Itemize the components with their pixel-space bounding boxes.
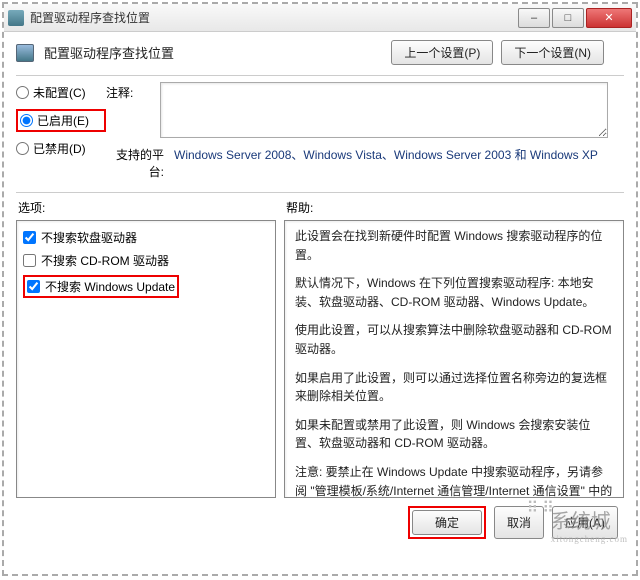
radio-disabled[interactable]: 已禁用(D) xyxy=(16,140,106,157)
radio-not-configured[interactable]: 未配置(C) xyxy=(16,84,106,101)
app-icon xyxy=(8,10,24,26)
checkbox-label: 不搜索 Windows Update xyxy=(45,278,175,295)
minimize-button[interactable]: – xyxy=(518,8,550,28)
comment-input[interactable] xyxy=(160,82,608,138)
help-text: 如果未配置或禁用了此设置，则 Windows 会搜索安装位置、软盘驱动器和 CD… xyxy=(295,416,613,453)
close-button[interactable]: ✕ xyxy=(586,8,632,28)
divider xyxy=(16,75,624,76)
ok-button[interactable]: 确定 xyxy=(412,510,482,535)
help-pane: 此设置会在找到新硬件时配置 Windows 搜索驱动程序的位置。 默认情况下，W… xyxy=(284,220,624,498)
radio-disabled-input[interactable] xyxy=(16,142,29,155)
maximize-button[interactable]: □ xyxy=(552,8,584,28)
radio-label: 已禁用(D) xyxy=(33,140,86,157)
next-setting-button[interactable]: 下一个设置(N) xyxy=(501,40,604,65)
help-heading: 帮助: xyxy=(286,199,313,216)
page-title: 配置驱动程序查找位置 xyxy=(44,43,174,62)
divider xyxy=(16,192,624,193)
radio-enabled-input[interactable] xyxy=(20,114,33,127)
radio-not-configured-input[interactable] xyxy=(16,86,29,99)
radio-enabled[interactable]: 已启用(E) xyxy=(20,112,89,129)
checkbox-label: 不搜索软盘驱动器 xyxy=(41,229,137,246)
cancel-button[interactable]: 取消 xyxy=(494,506,544,539)
help-text: 使用此设置，可以从搜索算法中删除软盘驱动器和 CD-ROM 驱动器。 xyxy=(295,321,613,358)
help-text: 注意: 要禁止在 Windows Update 中搜索驱动程序，另请参阅 "管理… xyxy=(295,463,613,498)
checkbox-label: 不搜索 CD-ROM 驱动器 xyxy=(41,252,169,269)
highlight-enabled: 已启用(E) xyxy=(16,109,106,132)
options-heading: 选项: xyxy=(18,199,286,216)
checkbox-no-cdrom-input[interactable] xyxy=(23,254,36,267)
titlebar: 配置驱动程序查找位置 – □ ✕ xyxy=(4,4,636,32)
previous-setting-button[interactable]: 上一个设置(P) xyxy=(391,40,493,65)
checkbox-no-cdrom[interactable]: 不搜索 CD-ROM 驱动器 xyxy=(23,252,269,269)
checkbox-no-floppy-input[interactable] xyxy=(23,231,36,244)
help-text: 如果启用了此设置，则可以通过选择位置名称旁边的复选框来删除相关位置。 xyxy=(295,369,613,406)
highlight-ok: 确定 xyxy=(408,506,486,539)
options-pane: 不搜索软盘驱动器 不搜索 CD-ROM 驱动器 不搜索 Windows Upda… xyxy=(16,220,276,498)
radio-label: 已启用(E) xyxy=(37,112,89,129)
help-text: 默认情况下，Windows 在下列位置搜索驱动程序: 本地安装、软盘驱动器、CD… xyxy=(295,274,613,311)
checkbox-no-floppy[interactable]: 不搜索软盘驱动器 xyxy=(23,229,269,246)
comment-label: 注释: xyxy=(106,82,154,138)
apply-button[interactable]: 应用(A) xyxy=(552,506,618,539)
checkbox-no-wu-input[interactable] xyxy=(27,280,40,293)
policy-icon xyxy=(16,44,34,62)
platform-label: 支持的平台: xyxy=(106,146,168,180)
help-text: 此设置会在找到新硬件时配置 Windows 搜索驱动程序的位置。 xyxy=(295,227,613,264)
radio-label: 未配置(C) xyxy=(33,84,86,101)
platform-text: Windows Server 2008、Windows Vista、Window… xyxy=(174,146,624,180)
window-title: 配置驱动程序查找位置 xyxy=(30,9,518,26)
checkbox-no-windows-update[interactable]: 不搜索 Windows Update xyxy=(27,278,175,295)
highlight-no-wu: 不搜索 Windows Update xyxy=(23,275,179,298)
